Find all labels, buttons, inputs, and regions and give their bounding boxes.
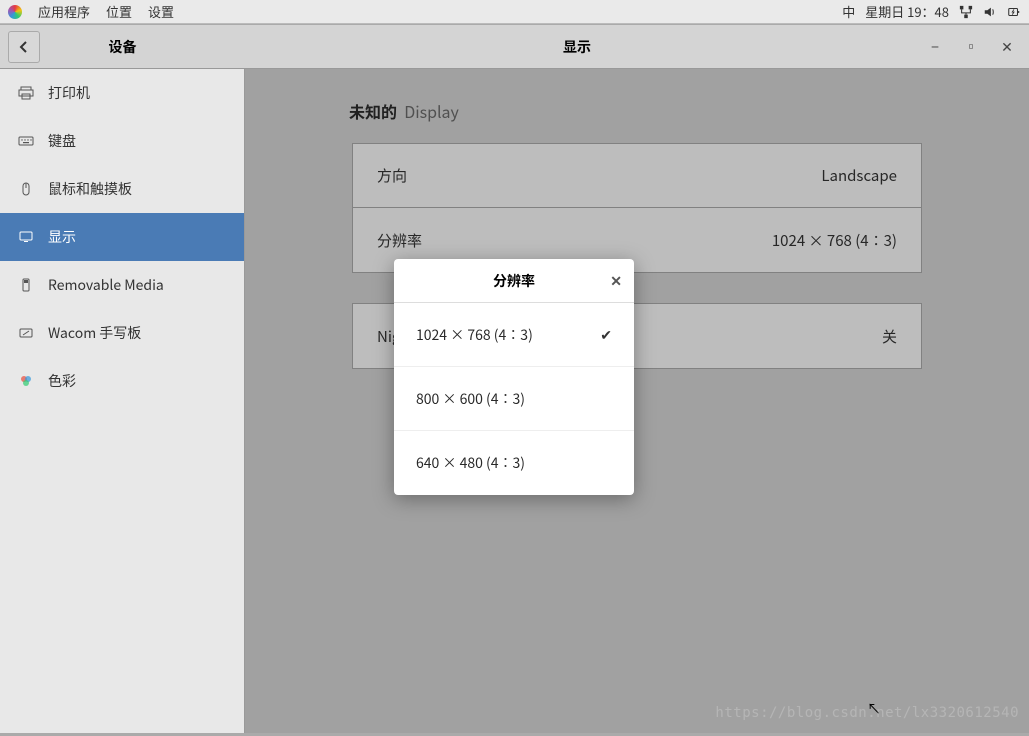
sidebar-item-mouse[interactable]: 鼠标和触摸板 xyxy=(0,165,244,213)
sidebar-item-label: Wacom 手写板 xyxy=(48,323,141,343)
row-value: 1024 × 768 (4∶3) xyxy=(772,230,897,251)
menu-settings[interactable]: 设置 xyxy=(148,2,174,21)
row-label: 方向 xyxy=(377,165,407,186)
tablet-icon xyxy=(18,325,34,341)
sidebar: 打印机 键盘 鼠标和触摸板 显示 Removable Media Wacom 手… xyxy=(0,69,245,733)
orientation-row[interactable]: 方向 Landscape xyxy=(353,144,921,208)
sidebar-item-label: 鼠标和触摸板 xyxy=(48,179,132,199)
clock[interactable]: 星期日 19：48 xyxy=(865,2,949,21)
removable-media-icon xyxy=(18,277,34,293)
option-label: 800 × 600 (4∶3) xyxy=(416,389,525,409)
top-panel: 应用程序 位置 设置 中 星期日 19：48 xyxy=(0,0,1029,24)
battery-icon[interactable] xyxy=(1007,5,1021,19)
mouse-icon xyxy=(18,181,34,197)
row-value: Landscape xyxy=(821,165,897,186)
menu-applications[interactable]: 应用程序 xyxy=(38,2,90,21)
sidebar-item-keyboard[interactable]: 键盘 xyxy=(0,117,244,165)
volume-icon[interactable] xyxy=(983,5,997,19)
sidebar-item-label: 显示 xyxy=(48,227,76,247)
watermark: https://blog.csdn.net/lx3320612540 xyxy=(715,705,1019,721)
resolution-popup: 分辨率 ✕ 1024 × 768 (4∶3) ✔ 800 × 600 (4∶3)… xyxy=(394,259,634,495)
resolution-option-1[interactable]: 800 × 600 (4∶3) xyxy=(394,367,634,431)
input-method-indicator[interactable]: 中 xyxy=(842,2,855,21)
window-header: 设备 显示 − ▫ ✕ xyxy=(0,25,1029,69)
resolution-option-0[interactable]: 1024 × 768 (4∶3) ✔ xyxy=(394,303,634,367)
sidebar-item-wacom[interactable]: Wacom 手写板 xyxy=(0,309,244,357)
row-value: 关 xyxy=(882,326,897,347)
popup-title: 分辨率 xyxy=(493,271,535,291)
back-button[interactable] xyxy=(8,31,40,63)
resolution-option-2[interactable]: 640 × 480 (4∶3) xyxy=(394,431,634,495)
sidebar-item-display[interactable]: 显示 xyxy=(0,213,244,261)
display-icon xyxy=(18,229,34,245)
popup-close-button[interactable]: ✕ xyxy=(610,271,622,291)
maximize-button[interactable]: ▫ xyxy=(963,39,979,55)
display-settings-box: 方向 Landscape 分辨率 1024 × 768 (4∶3) xyxy=(352,143,922,273)
option-label: 1024 × 768 (4∶3) xyxy=(416,325,533,345)
menu-places[interactable]: 位置 xyxy=(106,2,132,21)
option-label: 640 × 480 (4∶3) xyxy=(416,453,525,473)
keyboard-icon xyxy=(18,133,34,149)
sidebar-item-color[interactable]: 色彩 xyxy=(0,357,244,405)
activities-icon[interactable] xyxy=(8,5,22,19)
sidebar-item-label: 键盘 xyxy=(48,131,76,151)
check-icon: ✔ xyxy=(600,325,612,345)
printer-icon xyxy=(18,85,34,101)
sidebar-item-printer[interactable]: 打印机 xyxy=(0,69,244,117)
network-icon[interactable] xyxy=(959,5,973,19)
section-title: 未知的 Display xyxy=(293,99,981,123)
settings-window: 设备 显示 − ▫ ✕ 打印机 键盘 鼠标和触摸板 显示 xyxy=(0,25,1029,733)
sidebar-item-removable[interactable]: Removable Media xyxy=(0,261,244,309)
sidebar-item-label: 色彩 xyxy=(48,371,76,391)
header-title-display: 显示 xyxy=(245,37,909,57)
close-button[interactable]: ✕ xyxy=(999,39,1015,55)
sidebar-item-label: 打印机 xyxy=(48,83,90,103)
color-icon xyxy=(18,373,34,389)
popup-header: 分辨率 ✕ xyxy=(394,259,634,303)
sidebar-item-label: Removable Media xyxy=(48,275,164,295)
chevron-left-icon xyxy=(18,41,30,53)
minimize-button[interactable]: − xyxy=(927,39,943,55)
row-label: 分辨率 xyxy=(377,230,422,251)
content-area: 未知的 Display 方向 Landscape 分辨率 1024 × 768 … xyxy=(245,69,1029,733)
